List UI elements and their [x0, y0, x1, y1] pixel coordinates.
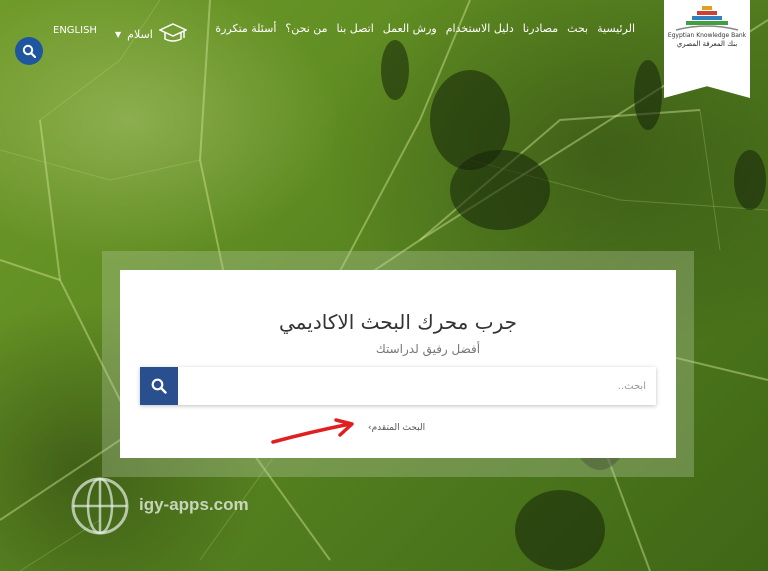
user-name: اسلام — [127, 28, 153, 41]
red-arrow-annotation — [271, 418, 354, 444]
search-icon — [151, 378, 167, 394]
watermark: igy-apps.com — [67, 477, 281, 535]
nav-item-sources[interactable]: مصادرنا — [523, 22, 558, 35]
nav-item-home[interactable]: الرئيسية — [597, 22, 635, 35]
search-icon — [22, 44, 36, 58]
nav-item-workshops[interactable]: ورش العمل — [383, 22, 437, 35]
nav-item-search[interactable]: بحث — [567, 22, 588, 35]
graduation-cap-icon — [158, 22, 188, 47]
search-card-subtitle: أفضل رفيق لدراستك — [375, 342, 481, 356]
search-card-title: جرب محرك البحث الاكاديمي — [279, 310, 517, 334]
advanced-search-label: البحث المتقدم — [371, 423, 426, 433]
nav-item-contact[interactable]: اتصل بنا — [337, 22, 374, 35]
watermark-text: igy-apps.com — [139, 495, 249, 514]
logo-pyramid-icon — [675, 6, 739, 31]
language-switch[interactable]: ENGLISH — [53, 25, 97, 36]
nav-item-faq[interactable]: أسئلة متكررة — [215, 22, 276, 35]
user-login-menu[interactable]: اسلام ▼ — [115, 22, 188, 47]
advanced-search-link[interactable]: البحث المتقدم› — [368, 423, 425, 433]
globe-icon — [71, 477, 129, 535]
header-search-button[interactable] — [15, 37, 43, 65]
logo-english-name: Egyptian Knowledge Bank — [667, 32, 747, 39]
nav-links: الرئيسية بحث مصادرنا دليل الاستخدام ورش … — [215, 22, 635, 35]
ekb-logo[interactable]: Egyptian Knowledge Bank بنك المعرفة المص… — [664, 0, 750, 98]
search-input[interactable] — [178, 367, 656, 405]
logo-arabic-name: بنك المعرفة المصري — [676, 40, 738, 48]
search-bar — [140, 367, 656, 405]
search-submit-button[interactable] — [140, 367, 178, 405]
top-navigation: الرئيسية بحث مصادرنا دليل الاستخدام ورش … — [0, 0, 768, 98]
search-card: جرب محرك البحث الاكاديمي أفضل رفيق لدراس… — [120, 270, 676, 458]
nav-item-about[interactable]: من نحن؟ — [285, 22, 327, 35]
chevron-down-icon: ▼ — [115, 30, 122, 39]
nav-item-user-guide[interactable]: دليل الاستخدام — [446, 22, 514, 35]
